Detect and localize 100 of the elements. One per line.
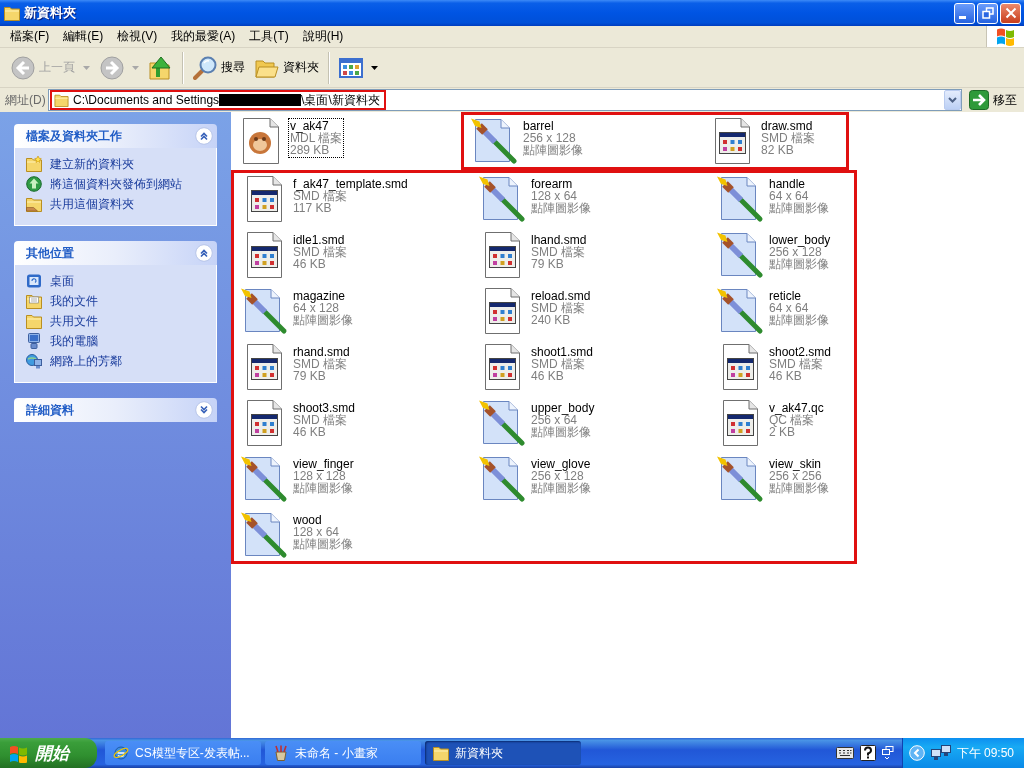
file-detail: 256 x 128	[769, 246, 822, 258]
file-name[interactable]: handle	[769, 178, 829, 190]
file-detail: 79 KB	[293, 370, 326, 382]
paintbrush-image-icon	[716, 455, 764, 503]
file-name[interactable]: f_ak47_template.smd	[293, 178, 408, 190]
file-name[interactable]: reload.smd	[531, 290, 591, 302]
file-detail: MDL 檔案	[290, 132, 343, 144]
restore-button[interactable]	[977, 2, 998, 24]
file-detail: SMD 檔案	[769, 358, 824, 370]
task-link[interactable]: 建立新的資料夾	[26, 154, 208, 174]
globe-ring-icon	[113, 745, 129, 761]
file-name[interactable]: upper_body	[531, 402, 595, 414]
file-detail: 46 KB	[293, 426, 326, 438]
file-name[interactable]: rhand.smd	[293, 346, 350, 358]
panel-title: 詳細資料	[26, 401, 74, 419]
file-name[interactable]: view_glove	[531, 458, 591, 470]
paintbrush-image-icon	[478, 399, 526, 447]
menu-item[interactable]: 檔案(F)	[3, 26, 57, 47]
file-detail: SMD 檔案	[293, 358, 348, 370]
file-detail: SMD 檔案	[293, 190, 347, 202]
task-link[interactable]: 桌面	[26, 271, 208, 291]
search-button[interactable]: 搜尋	[188, 50, 250, 85]
minimize-button[interactable]	[954, 2, 975, 24]
folders-button[interactable]: 資料夾	[250, 50, 324, 85]
file-name[interactable]: wood	[293, 514, 353, 526]
file-name[interactable]: v_ak47	[290, 120, 343, 132]
file-name[interactable]: shoot2.smd	[769, 346, 832, 358]
file-name[interactable]: shoot3.smd	[293, 402, 356, 414]
collapse-button[interactable]	[195, 244, 213, 262]
file-detail: 256 x 64	[531, 414, 578, 426]
restore-icon	[981, 7, 994, 19]
file-name[interactable]: lhand.smd	[531, 234, 587, 246]
search-icon	[193, 55, 217, 80]
shared-folder-icon	[26, 196, 42, 212]
file-name[interactable]: reticle	[769, 290, 829, 302]
file-name[interactable]: idle1.smd	[293, 234, 347, 246]
task-link[interactable]: 將這個資料夾發佈到網站	[26, 174, 208, 194]
file-detail: 128 x 64	[293, 526, 340, 538]
menu-item[interactable]: 工具(T)	[242, 26, 296, 47]
task-link[interactable]: 共用這個資料夾	[26, 194, 208, 214]
file-detail: 46 KB	[531, 370, 564, 382]
file-name[interactable]: forearm	[531, 178, 591, 190]
keyboard-icon	[835, 747, 854, 759]
file-detail: 64 x 64	[769, 190, 809, 202]
file-name[interactable]: barrel	[523, 120, 583, 132]
expand-button[interactable]	[195, 401, 213, 419]
start-button[interactable]: 開始	[0, 738, 97, 768]
file-detail: 240 KB	[531, 314, 571, 326]
menu-item[interactable]: 編輯(E)	[56, 26, 111, 47]
task-link[interactable]: 共用文件	[26, 311, 208, 331]
address-field[interactable]: C:\Documents and Settings \桌面\新資料夾	[48, 89, 962, 111]
file-name[interactable]: v_ak47.qc	[769, 402, 824, 414]
file-name[interactable]: magazine	[293, 290, 353, 302]
help-icon	[859, 745, 876, 761]
file-name[interactable]: view_skin	[769, 458, 829, 470]
panel-header[interactable]: 檔案及資料夾工作	[14, 124, 217, 148]
chevron-up-icon	[195, 244, 213, 262]
paintbrush-image-icon	[470, 117, 518, 165]
close-button[interactable]	[1000, 2, 1021, 24]
task-button[interactable]: 新資料夾	[425, 741, 581, 765]
task-button[interactable]: CS模型专区-发表帖...	[105, 741, 261, 765]
file-detail: 點陣圖影像	[293, 314, 353, 326]
paintbrush-image-icon	[716, 287, 764, 335]
task-link[interactable]: 我的文件	[26, 291, 208, 311]
go-button[interactable]: 移至	[966, 90, 1020, 110]
file-detail: 128 x 128	[293, 470, 346, 482]
path-text: C:\Documents and Settings	[73, 93, 220, 107]
task-link[interactable]: 網路上的芳鄰	[26, 351, 208, 371]
paintbrush-image-icon	[240, 287, 288, 335]
task-link[interactable]: 我的電腦	[26, 331, 208, 351]
flag-logo-icon	[9, 743, 29, 763]
file-detail: 點陣圖影像	[531, 426, 592, 438]
new-folder-icon	[26, 156, 42, 172]
file-detail: 128 x 64	[531, 190, 578, 202]
file-name[interactable]: lower_body	[769, 234, 831, 246]
close-icon	[1004, 7, 1017, 19]
folder-icon	[54, 93, 69, 107]
overlapping-windows-icon	[881, 746, 894, 760]
address-label: 網址(D)	[5, 91, 47, 109]
collapse-button[interactable]	[195, 127, 213, 145]
dropdown-button[interactable]	[944, 90, 961, 110]
file-name[interactable]: shoot1.smd	[531, 346, 594, 358]
menu-item[interactable]: 說明(H)	[295, 26, 351, 47]
menu-item[interactable]: 檢視(V)	[110, 26, 165, 47]
panel-header[interactable]: 其他位置	[14, 241, 217, 265]
file-detail: 256 x 128	[523, 132, 576, 144]
file-detail: 點陣圖影像	[769, 482, 829, 494]
menu-item[interactable]: 我的最愛(A)	[164, 26, 243, 47]
file-detail: SMD 檔案	[531, 358, 586, 370]
file-detail: 點陣圖影像	[293, 538, 353, 550]
paintbrush-image-icon	[240, 511, 288, 559]
minimize-icon	[958, 16, 966, 19]
chevron-down-icon	[195, 401, 213, 419]
window-title: 新資料夾	[24, 4, 76, 22]
file-name[interactable]: view_finger	[293, 458, 354, 470]
file-name[interactable]: draw.smd	[761, 120, 815, 132]
views-grid-icon	[339, 57, 363, 78]
panel-header[interactable]: 詳細資料	[14, 398, 217, 422]
task-button[interactable]: 未命名 - 小畫家	[265, 741, 421, 765]
file-detail: 點陣圖影像	[531, 482, 591, 494]
